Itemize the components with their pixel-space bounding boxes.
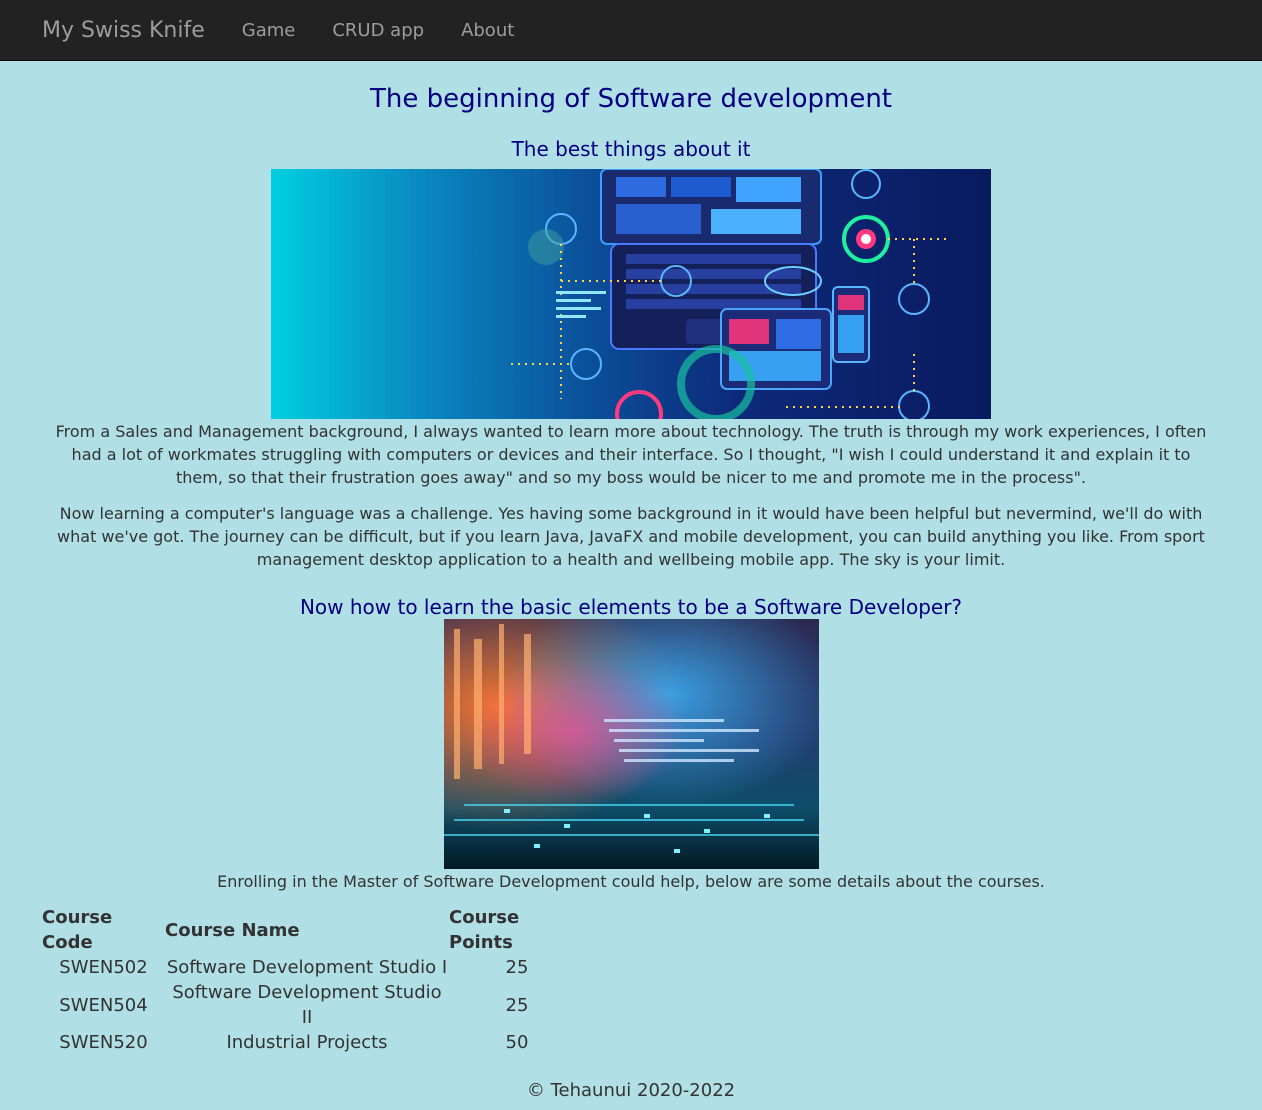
column-header-course-points: Course Points (449, 907, 520, 953)
main-content: The beginning of Software development Th… (0, 83, 1262, 893)
table-row: SWEN502 Software Development Studio I 25 (42, 955, 585, 980)
section-heading-learn-basics: Now how to learn the basic elements to b… (299, 595, 963, 619)
table-row: SWEN520 Industrial Projects 50 (42, 1030, 585, 1055)
course-name-cell: Industrial Projects (226, 1032, 388, 1053)
course-name-cell: Software Development Studio I (166, 957, 448, 978)
column-header-course-name: Course Name (165, 919, 300, 941)
courses-table: Course Code Course Name Course Points SW… (42, 905, 585, 1055)
code-abstract-image (443, 619, 819, 869)
course-code-cell: SWEN504 (59, 994, 148, 1016)
navbar: My Swiss Knife Game CRUD app About (0, 0, 1262, 61)
course-code-cell: SWEN520 (59, 1032, 148, 1053)
section-heading-best-things: The best things about it (511, 137, 751, 161)
paragraph-background: From a Sales and Management background, … (55, 422, 1207, 487)
technology-devices-illustration (511, 169, 951, 419)
column-header-course-code: Course Code (42, 907, 113, 953)
page-title: The beginning of Software development (370, 84, 892, 114)
course-code-cell: SWEN502 (59, 957, 148, 978)
course-name-cell: Software Development Studio II (172, 982, 442, 1028)
footer: © Tehaunui 2020-2022 (0, 1080, 1262, 1101)
nav-link-game[interactable]: Game (242, 20, 296, 41)
nav-link-crud-app[interactable]: CRUD app (332, 20, 424, 41)
course-points-cell: 25 (505, 994, 529, 1016)
table-header-row: Course Code Course Name Course Points (42, 905, 585, 955)
technology-devices-image (271, 169, 991, 419)
copyright-text: © Tehaunui 2020-2022 (526, 1080, 736, 1101)
code-abstract-illustration (443, 619, 819, 869)
paragraph-journey: Now learning a computer's language was a… (57, 504, 1205, 569)
navbar-brand[interactable]: My Swiss Knife (42, 18, 205, 43)
paragraph-enrolling: Enrolling in the Master of Software Deve… (217, 872, 1045, 891)
table-row: SWEN504 Software Development Studio II 2… (42, 980, 585, 1030)
course-points-cell: 25 (505, 957, 529, 978)
course-points-cell: 50 (505, 1032, 529, 1053)
nav-link-about[interactable]: About (461, 20, 514, 41)
